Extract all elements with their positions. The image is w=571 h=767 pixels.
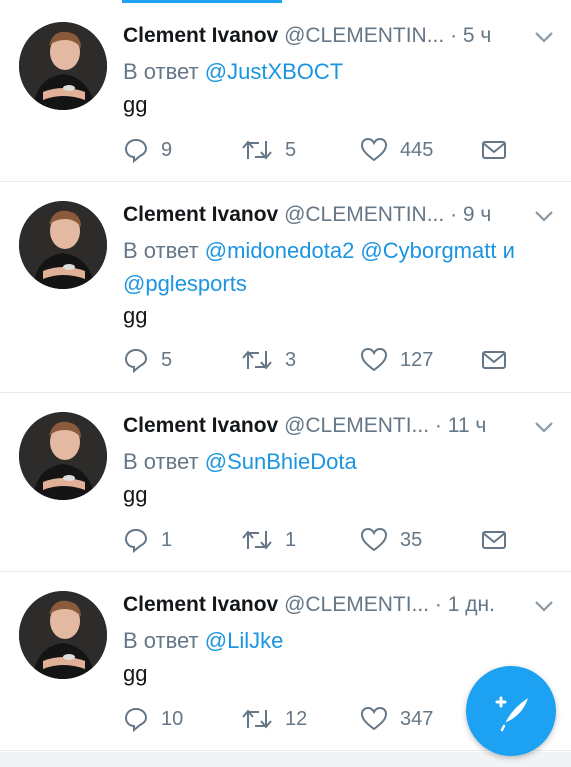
like-count: 35: [400, 528, 423, 551]
heart-icon: [360, 137, 388, 162]
reply-button[interactable]: 5: [123, 345, 172, 375]
heart-icon: [360, 347, 388, 372]
retweet-button[interactable]: 1: [241, 525, 296, 555]
timestamp[interactable]: · 9 ч: [450, 203, 491, 226]
reply-prefix: В ответ: [123, 628, 199, 653]
like-button[interactable]: 445: [360, 135, 433, 165]
direct-message-button[interactable]: [481, 525, 507, 555]
tweet-actions: 9 5 445: [123, 135, 543, 165]
tweet-header: Clement Ivanov @CLEMENTI... · 11 ч: [123, 411, 523, 441]
avatar[interactable]: [19, 201, 107, 289]
tweet-item[interactable]: Clement Ivanov @CLEMENTIN... · 5 ч В отв…: [0, 3, 571, 182]
user-handle[interactable]: @CLEMENTIN...: [284, 24, 444, 47]
tweet-text: gg: [123, 661, 148, 686]
reply-count: 1: [161, 528, 173, 551]
display-name[interactable]: Clement Ivanov: [123, 414, 278, 437]
avatar-image: [19, 591, 107, 679]
reply-icon: [124, 138, 148, 163]
reply-button[interactable]: 1: [123, 525, 172, 555]
heart-icon: [360, 527, 388, 552]
retweet-count: 5: [285, 138, 297, 161]
retweet-button[interactable]: 5: [241, 135, 296, 165]
like-button[interactable]: 35: [360, 525, 422, 555]
like-button[interactable]: 127: [360, 345, 433, 375]
user-handle[interactable]: @CLEMENTI...: [284, 593, 429, 616]
retweet-button[interactable]: 3: [241, 345, 296, 375]
envelope-icon: [482, 531, 506, 549]
reply-mentions[interactable]: @JustXBOCT: [205, 59, 343, 84]
display-name[interactable]: Clement Ivanov: [123, 203, 278, 226]
reply-prefix: В ответ: [123, 449, 199, 474]
chevron-down-icon[interactable]: [533, 418, 555, 436]
retweet-count: 12: [285, 707, 308, 730]
user-handle[interactable]: @CLEMENTIN...: [284, 203, 444, 226]
reply-mentions[interactable]: @SunBhieDota: [205, 449, 357, 474]
reply-context: В ответ @midonedota2 @Cyborgmatt и @pgle…: [123, 234, 563, 300]
tweet-text: gg: [123, 92, 148, 117]
reply-icon: [124, 528, 148, 553]
compose-tweet-button[interactable]: [466, 666, 556, 756]
user-handle[interactable]: @CLEMENTI...: [284, 414, 429, 437]
display-name[interactable]: Clement Ivanov: [123, 593, 278, 616]
like-button[interactable]: 347: [360, 704, 433, 734]
reply-context: В ответ @SunBhieDota: [123, 445, 563, 478]
retweet-count: 1: [285, 528, 297, 551]
like-count: 445: [400, 138, 434, 161]
reply-count: 9: [161, 138, 173, 161]
retweet-button[interactable]: 12: [241, 704, 307, 734]
retweet-icon: [242, 530, 272, 550]
reply-context: В ответ @JustXBOCT: [123, 55, 563, 88]
reply-prefix: В ответ: [123, 238, 199, 263]
reply-button[interactable]: 9: [123, 135, 172, 165]
avatar-image: [19, 22, 107, 110]
avatar-image: [19, 201, 107, 289]
tweet-actions: 5 3 127: [123, 345, 543, 375]
timestamp[interactable]: · 11 ч: [435, 414, 486, 437]
reply-icon: [124, 707, 148, 732]
direct-message-button[interactable]: [481, 345, 507, 375]
retweet-count: 3: [285, 348, 297, 371]
compose-tweet-icon: [495, 696, 528, 732]
timestamp[interactable]: · 5 ч: [450, 24, 491, 47]
chevron-down-icon[interactable]: [533, 28, 555, 46]
timestamp[interactable]: · 1 дн.: [435, 593, 495, 616]
reply-count: 10: [161, 707, 184, 730]
avatar-image: [19, 412, 107, 500]
tweet-actions: 1 1 35: [123, 525, 543, 555]
like-count: 347: [400, 707, 434, 730]
avatar[interactable]: [19, 591, 107, 679]
chevron-down-icon[interactable]: [533, 207, 555, 225]
tweet-text: gg: [123, 482, 148, 507]
reply-count: 5: [161, 348, 173, 371]
retweet-icon: [242, 140, 272, 160]
envelope-icon: [482, 351, 506, 369]
tweet-text: gg: [123, 303, 148, 328]
tweet-header: Clement Ivanov @CLEMENTIN... · 5 ч: [123, 21, 523, 51]
tweet-item[interactable]: Clement Ivanov @CLEMENTI... · 11 ч В отв…: [0, 393, 571, 572]
like-count: 127: [400, 348, 434, 371]
display-name[interactable]: Clement Ivanov: [123, 24, 278, 47]
avatar[interactable]: [19, 412, 107, 500]
tweet-header: Clement Ivanov @CLEMENTI... · 1 дн.: [123, 590, 523, 620]
reply-icon: [124, 348, 148, 373]
envelope-icon: [482, 141, 506, 159]
reply-prefix: В ответ: [123, 59, 199, 84]
reply-context: В ответ @LilJke: [123, 624, 563, 657]
tweet-feed: Clement Ivanov @CLEMENTIN... · 5 ч В отв…: [0, 3, 571, 751]
direct-message-button[interactable]: [481, 135, 507, 165]
tweet-header: Clement Ivanov @CLEMENTIN... · 9 ч: [123, 200, 523, 230]
retweet-icon: [242, 709, 272, 729]
tweet-item[interactable]: Clement Ivanov @CLEMENTIN... · 9 ч В отв…: [0, 182, 571, 393]
reply-mentions[interactable]: @LilJke: [205, 628, 284, 653]
avatar[interactable]: [19, 22, 107, 110]
reply-button[interactable]: 10: [123, 704, 183, 734]
heart-icon: [360, 706, 388, 731]
retweet-icon: [242, 350, 272, 370]
chevron-down-icon[interactable]: [533, 597, 555, 615]
